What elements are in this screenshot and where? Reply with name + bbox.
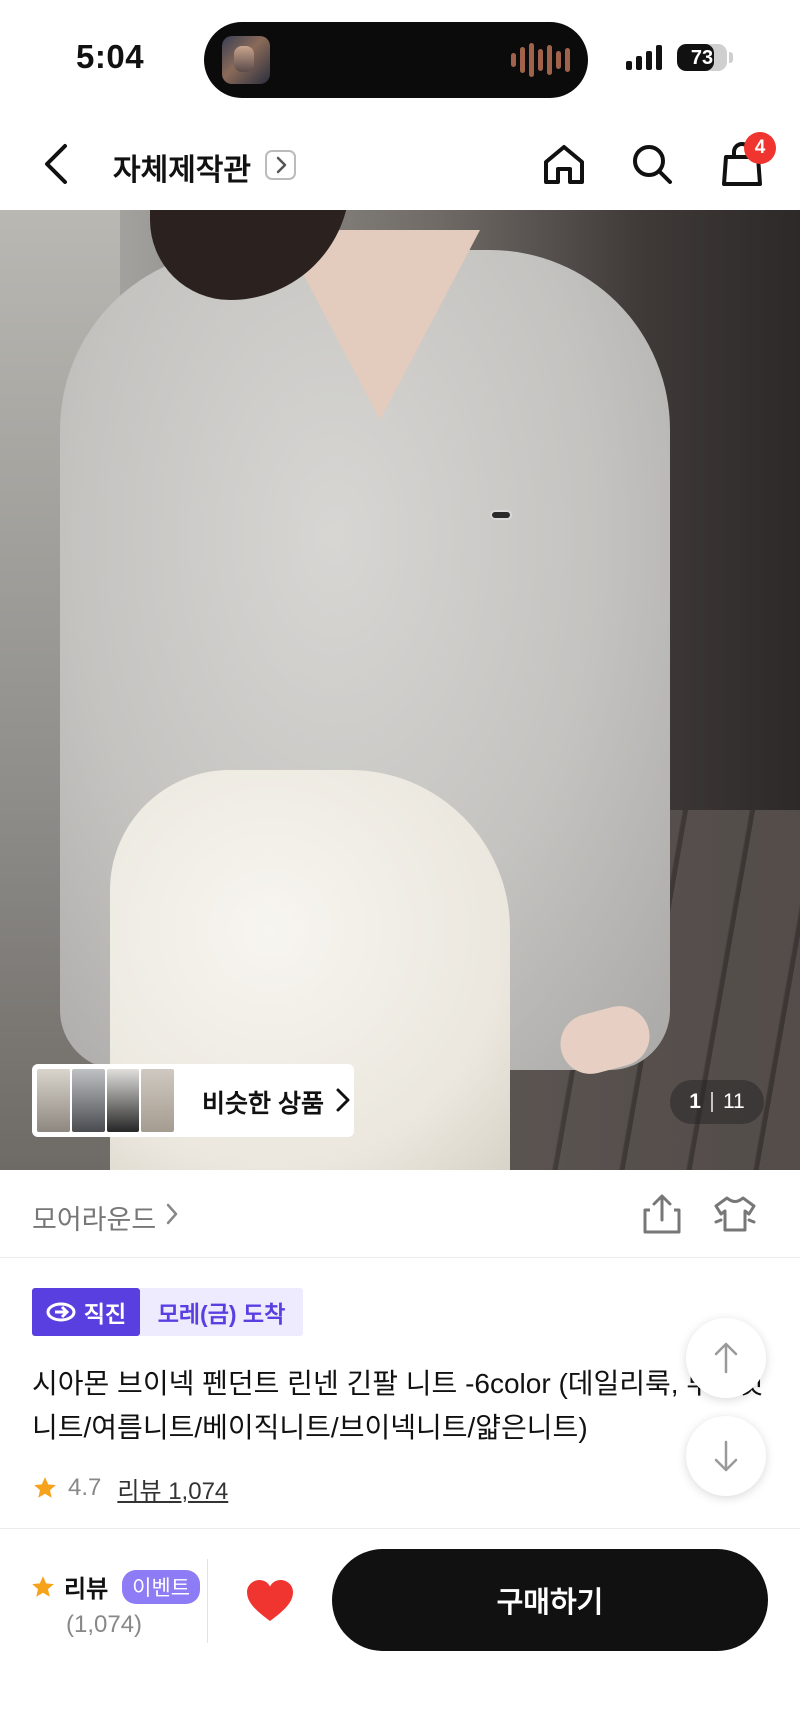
event-chip: 이벤트 [122, 1569, 201, 1604]
battery-percent: 73 [690, 47, 714, 69]
store-title[interactable]: 자체제작관 [113, 145, 251, 189]
battery-icon: 73 [677, 44, 727, 71]
chevron-right-icon [336, 1088, 350, 1112]
scroll-to-top-button[interactable] [686, 1318, 766, 1398]
total-pages: 11 [722, 1090, 745, 1113]
buy-button[interactable]: 구매하기 [332, 1549, 768, 1651]
direct-delivery-label: 직진 [83, 1301, 127, 1327]
virtual-fitting-icon[interactable] [712, 1192, 758, 1236]
arrow-up-icon [714, 1342, 738, 1374]
search-button[interactable] [626, 138, 678, 190]
similar-products-button[interactable]: 비슷한 상품 [32, 1064, 354, 1137]
similar-products-label: 비슷한 상품 [202, 1090, 324, 1118]
status-time: 5:04 [76, 38, 145, 75]
back-icon [45, 144, 67, 184]
search-icon [633, 145, 672, 184]
star-icon [34, 1477, 56, 1498]
rating-row: 4.7 리뷰 1,074 [32, 1470, 228, 1506]
direct-delivery-icon [46, 1302, 76, 1322]
home-button[interactable] [538, 138, 590, 190]
arrow-down-icon [714, 1440, 738, 1472]
cart-count-badge: 4 [744, 132, 776, 164]
review-count: (1,074) [66, 1611, 143, 1638]
now-playing-artwork [222, 36, 270, 84]
bottom-action-bar: 리뷰 이벤트 (1,074) 구매하기 [0, 1528, 800, 1735]
home-icon [544, 145, 584, 184]
brand-row: 모어라운드 [0, 1170, 800, 1258]
divider [207, 1559, 208, 1643]
dynamic-island[interactable] [204, 22, 588, 98]
share-icon[interactable] [640, 1192, 684, 1236]
chevron-right-icon [276, 156, 286, 174]
status-bar: 5:04 73 [0, 0, 800, 118]
product-title: 시아몬 브이넥 펜던트 린넨 긴팔 니트 -6color (데일리룩, 루즈핏니… [32, 1368, 764, 1443]
page-separator [710, 1092, 713, 1112]
image-page-indicator: 1 11 [670, 1080, 764, 1124]
audio-waveform-icon [511, 42, 570, 78]
heart-icon [247, 1580, 293, 1621]
star-icon [32, 1575, 54, 1597]
rating-value: 4.7 [68, 1474, 102, 1501]
store-link-button[interactable] [265, 150, 296, 180]
app-header: 자체제작관 [0, 118, 800, 210]
cellular-signal-icon [626, 44, 662, 70]
direct-delivery-badge: 직진 [32, 1288, 140, 1336]
like-button[interactable] [240, 1571, 300, 1631]
current-page: 1 [689, 1090, 701, 1113]
review-summary-label: 리뷰 이벤트 [30, 1569, 201, 1604]
arrival-date-badge: 모레(금) 도착 [140, 1288, 303, 1336]
review-count-link[interactable]: 리뷰 1,074 [117, 1471, 228, 1506]
back-button[interactable] [32, 140, 80, 188]
chevron-right-icon [166, 1203, 178, 1225]
brand-link[interactable]: 모어라운드 [32, 1198, 156, 1237]
similar-products-thumbnails [37, 1069, 174, 1132]
scroll-down-button[interactable] [686, 1416, 766, 1496]
product-image-carousel[interactable] [0, 210, 800, 1170]
battery-cap [729, 52, 733, 63]
review-label: 리뷰 [64, 1576, 109, 1603]
photo-pendant [490, 510, 512, 520]
